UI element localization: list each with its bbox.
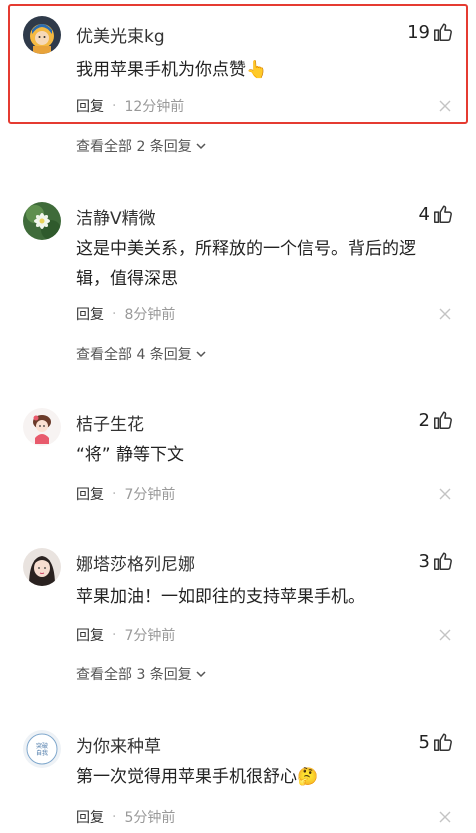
separator: ·: [112, 98, 117, 114]
comment-author[interactable]: 优美光束kg: [76, 22, 165, 47]
like-button[interactable]: 19: [407, 21, 454, 43]
reply-button[interactable]: 回复: [76, 807, 104, 827]
separator: ·: [112, 306, 117, 322]
comment-text: 苹果加油！一如即往的支持苹果手机。: [76, 587, 365, 607]
like-count: 3: [418, 550, 430, 572]
separator: ·: [112, 486, 117, 502]
view-all-label: 查看全部 4 条回复: [76, 347, 192, 363]
comment-author[interactable]: 桔子生花: [76, 410, 144, 435]
comment-item: 洁静V精微 4 这是中美关系，所释放的一个信号。背后的逻辑，值得深思 回复 · …: [0, 190, 476, 370]
avatar[interactable]: [23, 202, 61, 240]
close-icon[interactable]: [438, 307, 452, 321]
comment-text: 这是中美关系，所释放的一个信号。背后的逻辑，值得深思: [76, 239, 416, 289]
comment-meta: 回复 · 7分钟前: [76, 484, 175, 504]
comment-meta: 回复 · 8分钟前: [76, 304, 175, 324]
chevron-down-icon: [196, 143, 206, 150]
like-button[interactable]: 3: [419, 550, 454, 572]
thumbs-up-icon: [434, 552, 452, 570]
close-icon[interactable]: [438, 99, 452, 113]
separator: ·: [112, 809, 117, 825]
comment-list: 优美光束kg 19 我用苹果手机为你点赞👆 回复 · 12分钟前 查看全部 2 …: [0, 0, 476, 833]
timestamp: 7分钟前: [124, 628, 176, 644]
thumbs-up-icon: [434, 733, 452, 751]
view-all-label: 查看全部 3 条回复: [76, 667, 192, 683]
comment-text: 我用苹果手机为你点赞👆: [76, 60, 268, 80]
view-all-replies-button[interactable]: 查看全部 4 条回复: [76, 344, 207, 364]
like-button[interactable]: 2: [419, 409, 454, 431]
reply-button[interactable]: 回复: [76, 484, 104, 504]
comment-meta: 回复 · 5分钟前: [76, 807, 175, 827]
chevron-down-icon: [196, 351, 206, 358]
avatar[interactable]: 突破 自我: [23, 730, 61, 768]
comment-meta: 回复 · 12分钟前: [76, 96, 184, 116]
comment-item: 桔子生花 2 “将” 静等下文 回复 · 7分钟前: [0, 398, 476, 508]
comment-meta: 回复 · 7分钟前: [76, 625, 175, 645]
like-button[interactable]: 5: [419, 731, 454, 753]
comment-item: 娜塔莎格列尼娜 3 苹果加油！一如即往的支持苹果手机。 回复 · 7分钟前 查看…: [0, 540, 476, 690]
chevron-down-icon: [196, 671, 206, 678]
comment-item: 优美光束kg 19 我用苹果手机为你点赞👆 回复 · 12分钟前 查看全部 2 …: [0, 0, 476, 160]
like-count: 5: [418, 731, 430, 753]
reply-button[interactable]: 回复: [76, 625, 104, 645]
comment-author[interactable]: 为你来种草: [76, 732, 161, 757]
avatar-text: 自我: [36, 749, 48, 757]
reply-button[interactable]: 回复: [76, 96, 104, 116]
comment-author[interactable]: 娜塔莎格列尼娜: [76, 550, 195, 575]
close-icon[interactable]: [438, 487, 452, 501]
reply-button[interactable]: 回复: [76, 304, 104, 324]
timestamp: 5分钟前: [124, 810, 176, 826]
comment-text: 第一次觉得用苹果手机很舒心🤔: [76, 767, 319, 787]
avatar[interactable]: [23, 16, 61, 54]
avatar[interactable]: [23, 548, 61, 586]
timestamp: 12分钟前: [124, 99, 185, 115]
like-button[interactable]: 4: [419, 203, 454, 225]
thumbs-up-icon: [434, 205, 452, 223]
view-all-label: 查看全部 2 条回复: [76, 139, 192, 155]
view-all-replies-button[interactable]: 查看全部 3 条回复: [76, 664, 207, 684]
avatar[interactable]: [23, 408, 61, 446]
avatar-text: 突破: [36, 742, 48, 750]
timestamp: 8分钟前: [124, 307, 176, 323]
like-count: 4: [418, 203, 430, 225]
comment-item: 突破 自我 为你来种草 5 第一次觉得用苹果手机很舒心🤔 回复 · 5分钟前: [0, 722, 476, 833]
comment-text: “将” 静等下文: [76, 445, 185, 465]
thumbs-up-icon: [434, 23, 452, 41]
close-icon[interactable]: [438, 810, 452, 824]
close-icon[interactable]: [438, 628, 452, 642]
separator: ·: [112, 627, 117, 643]
view-all-replies-button[interactable]: 查看全部 2 条回复: [76, 136, 207, 156]
timestamp: 7分钟前: [124, 487, 176, 503]
like-count: 19: [407, 21, 430, 43]
comment-author[interactable]: 洁静V精微: [76, 204, 156, 229]
like-count: 2: [418, 409, 430, 431]
thumbs-up-icon: [434, 411, 452, 429]
